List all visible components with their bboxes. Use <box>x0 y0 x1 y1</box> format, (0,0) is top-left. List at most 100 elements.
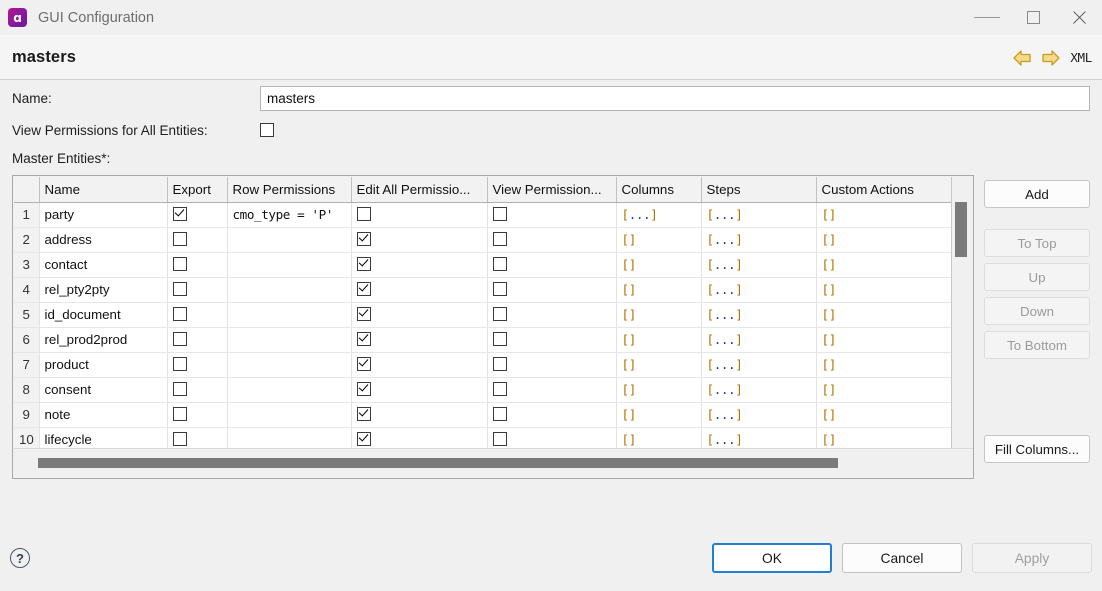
cell-columns[interactable]: [] <box>616 377 702 403</box>
fill-columns-button[interactable]: Fill Columns... <box>984 435 1090 463</box>
cell-export[interactable] <box>167 227 228 253</box>
edit-all-checkbox[interactable] <box>356 282 371 296</box>
export-checkbox[interactable] <box>172 207 187 221</box>
edit-all-checkbox[interactable] <box>356 332 371 346</box>
cell-export[interactable] <box>167 202 228 228</box>
cell-export[interactable] <box>167 327 228 353</box>
cell-export[interactable] <box>167 277 228 303</box>
edit-all-checkbox[interactable] <box>356 307 371 321</box>
cell-steps[interactable]: [...] <box>701 302 817 328</box>
cell-custom-actions[interactable]: [] <box>816 302 951 328</box>
col-row-permissions[interactable]: Row Permissions <box>227 177 352 203</box>
cell-edit-all[interactable] <box>351 227 488 253</box>
cell-name[interactable]: note <box>39 402 168 428</box>
cell-rownum[interactable]: 3 <box>14 252 40 278</box>
col-view-permissions[interactable]: View Permission... <box>487 177 617 203</box>
xml-link[interactable]: XML <box>1070 50 1092 65</box>
vertical-scrollbar[interactable] <box>955 202 967 448</box>
view-permission-checkbox[interactable] <box>492 232 507 246</box>
cancel-button[interactable]: Cancel <box>842 543 962 573</box>
edit-all-checkbox[interactable] <box>356 432 371 446</box>
table-row[interactable]: 4 rel_pty2pty [] [...][] <box>14 277 951 303</box>
cell-columns[interactable]: [] <box>616 277 702 303</box>
cell-view-permission[interactable] <box>487 402 617 428</box>
edit-all-checkbox[interactable] <box>356 357 371 371</box>
export-checkbox[interactable] <box>172 332 187 346</box>
view-permission-checkbox[interactable] <box>492 282 507 296</box>
minimize-button[interactable] <box>964 0 1010 35</box>
cell-rownum[interactable]: 7 <box>14 352 40 378</box>
cell-custom-actions[interactable]: [] <box>816 352 951 378</box>
col-name[interactable]: Name <box>39 177 168 203</box>
cell-row-permissions[interactable] <box>227 277 352 303</box>
cell-row-permissions[interactable] <box>227 427 352 449</box>
apply-button[interactable]: Apply <box>972 543 1092 573</box>
cell-custom-actions[interactable]: [] <box>816 327 951 353</box>
cell-row-permissions[interactable] <box>227 252 352 278</box>
export-checkbox[interactable] <box>172 232 187 246</box>
table-row[interactable]: 9 note [] [...][] <box>14 402 951 428</box>
to-bottom-button[interactable]: To Bottom <box>984 331 1090 359</box>
down-button[interactable]: Down <box>984 297 1090 325</box>
cell-row-permissions[interactable] <box>227 402 352 428</box>
edit-all-checkbox[interactable] <box>356 407 371 421</box>
cell-name[interactable]: contact <box>39 252 168 278</box>
cell-edit-all[interactable] <box>351 327 488 353</box>
horizontal-scrollbar-thumb[interactable] <box>38 458 838 468</box>
cell-edit-all[interactable] <box>351 302 488 328</box>
cell-edit-all[interactable] <box>351 377 488 403</box>
cell-name[interactable]: consent <box>39 377 168 403</box>
cell-export[interactable] <box>167 352 228 378</box>
cell-custom-actions[interactable]: [] <box>816 402 951 428</box>
cell-view-permission[interactable] <box>487 202 617 228</box>
cell-steps[interactable]: [...] <box>701 252 817 278</box>
view-permission-checkbox[interactable] <box>492 407 507 421</box>
cell-custom-actions[interactable]: [] <box>816 252 951 278</box>
export-checkbox[interactable] <box>172 282 187 296</box>
col-edit-all-permissions[interactable]: Edit All Permissio... <box>351 177 488 203</box>
name-input[interactable] <box>260 85 1090 111</box>
cell-steps[interactable]: [...] <box>701 402 817 428</box>
back-arrow-icon[interactable] <box>1012 49 1032 67</box>
table-row[interactable]: 3 contact [] [...][] <box>14 252 951 278</box>
edit-all-checkbox[interactable] <box>356 232 371 246</box>
cell-name[interactable]: party <box>39 202 168 228</box>
cell-columns[interactable]: [] <box>616 427 702 449</box>
cell-rownum[interactable]: 1 <box>14 202 40 228</box>
cell-export[interactable] <box>167 302 228 328</box>
cell-rownum[interactable]: 2 <box>14 227 40 253</box>
cell-view-permission[interactable] <box>487 227 617 253</box>
cell-rownum[interactable]: 10 <box>14 427 40 449</box>
cell-custom-actions[interactable]: [] <box>816 227 951 253</box>
cell-steps[interactable]: [...] <box>701 352 817 378</box>
cell-custom-actions[interactable]: [] <box>816 377 951 403</box>
cell-edit-all[interactable] <box>351 402 488 428</box>
cell-custom-actions[interactable]: [] <box>816 202 951 228</box>
cell-steps[interactable]: [...] <box>701 277 817 303</box>
table-row[interactable]: 2 address [] [...][] <box>14 227 951 253</box>
cell-custom-actions[interactable]: [] <box>816 427 951 449</box>
horizontal-scrollbar[interactable] <box>14 448 973 477</box>
cell-rownum[interactable]: 4 <box>14 277 40 303</box>
cell-steps[interactable]: [...] <box>701 327 817 353</box>
cell-export[interactable] <box>167 377 228 403</box>
export-checkbox[interactable] <box>172 432 187 446</box>
export-checkbox[interactable] <box>172 357 187 371</box>
table-row[interactable]: 7 product [] [...][] <box>14 352 951 378</box>
cell-row-permissions[interactable] <box>227 327 352 353</box>
cell-edit-all[interactable] <box>351 277 488 303</box>
edit-all-checkbox[interactable] <box>356 257 371 271</box>
cell-view-permission[interactable] <box>487 327 617 353</box>
table-row[interactable]: 8 consent [] [...][] <box>14 377 951 403</box>
help-icon[interactable]: ? <box>10 548 30 568</box>
edit-all-checkbox[interactable] <box>356 207 371 221</box>
up-button[interactable]: Up <box>984 263 1090 291</box>
col-export[interactable]: Export <box>167 177 228 203</box>
cell-rownum[interactable]: 9 <box>14 402 40 428</box>
cell-name[interactable]: lifecycle <box>39 427 168 449</box>
cell-edit-all[interactable] <box>351 427 488 449</box>
view-permissions-checkbox[interactable] <box>260 123 274 137</box>
forward-arrow-icon[interactable] <box>1041 49 1061 67</box>
cell-edit-all[interactable] <box>351 352 488 378</box>
cell-steps[interactable]: [...] <box>701 377 817 403</box>
